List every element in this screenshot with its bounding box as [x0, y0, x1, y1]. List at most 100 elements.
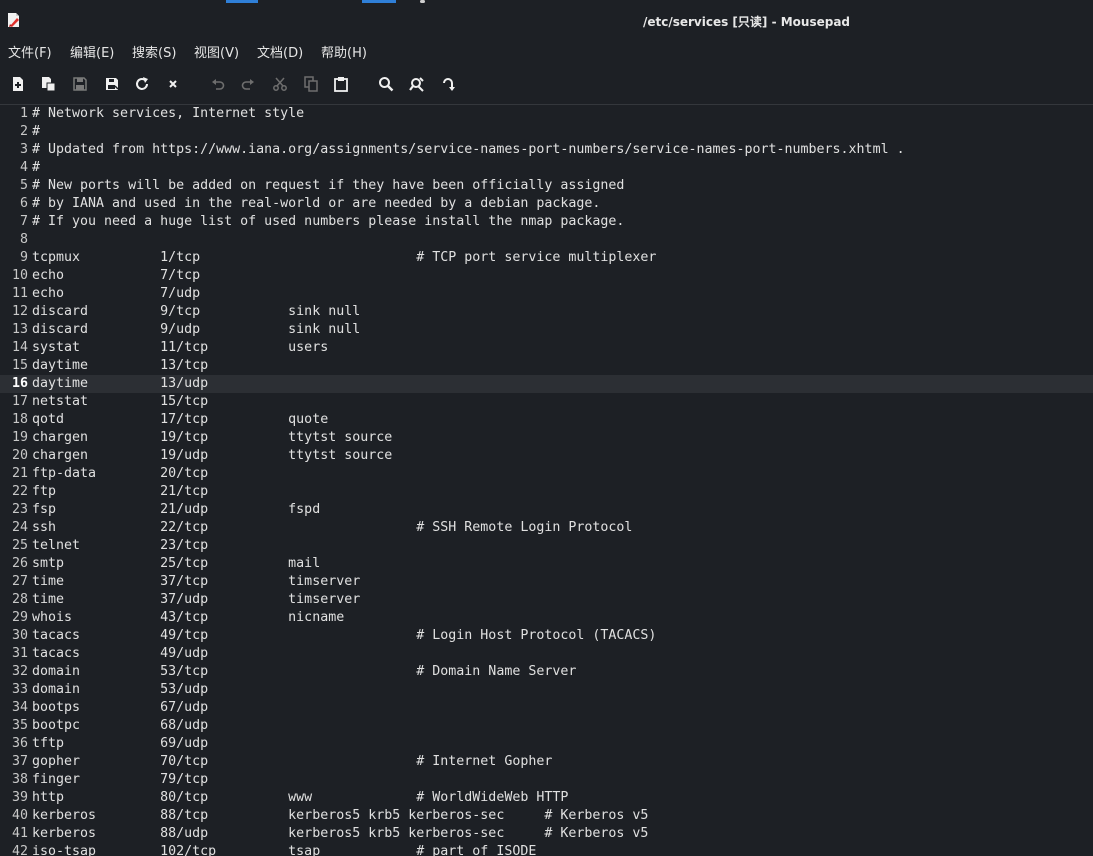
save-button[interactable]	[70, 74, 90, 94]
editor-line[interactable]: 24 ssh 22/tcp # SSH Remote Login Protocol	[0, 519, 1093, 537]
menu-document[interactable]: 文档(D)	[257, 42, 303, 61]
line-text[interactable]: kerberos 88/tcp kerberos5 krb5 kerberos-…	[32, 807, 648, 825]
editor-line[interactable]: 42 iso-tsap 102/tcp tsap # part of ISODE	[0, 843, 1093, 856]
editor-line[interactable]: 18 qotd 17/tcp quote	[0, 411, 1093, 429]
editor-line[interactable]: 36 tftp 69/udp	[0, 735, 1093, 753]
line-text[interactable]: ftp 21/tcp	[32, 483, 208, 501]
line-text[interactable]: whois 43/tcp nicname	[32, 609, 344, 627]
editor-line[interactable]: 38 finger 79/tcp	[0, 771, 1093, 789]
line-text[interactable]: bootpc 68/udp	[32, 717, 208, 735]
line-text[interactable]: systat 11/tcp users	[32, 339, 328, 357]
line-text[interactable]: #	[32, 159, 40, 177]
line-text[interactable]: echo 7/tcp	[32, 267, 200, 285]
line-text[interactable]: chargen 19/tcp ttytst source	[32, 429, 392, 447]
line-text[interactable]: echo 7/udp	[32, 285, 200, 303]
line-text[interactable]: telnet 23/tcp	[32, 537, 208, 555]
editor-line[interactable]: 27 time 37/tcp timserver	[0, 573, 1093, 591]
editor-line[interactable]: 30 tacacs 49/tcp # Login Host Protocol (T…	[0, 627, 1093, 645]
line-text[interactable]: ftp-data 20/tcp	[32, 465, 208, 483]
editor-line[interactable]: 10 echo 7/tcp	[0, 267, 1093, 285]
line-text[interactable]: tcpmux 1/tcp # TCP port service multiple…	[32, 249, 656, 267]
line-text[interactable]: time 37/tcp timserver	[32, 573, 360, 591]
find-replace-button[interactable]	[407, 74, 427, 94]
save-as-button[interactable]	[102, 74, 122, 94]
line-text[interactable]: # New ports will be added on request if …	[32, 177, 624, 195]
editor-line[interactable]: 7 # If you need a huge list of used numbe…	[0, 213, 1093, 231]
redo-button[interactable]	[238, 74, 258, 94]
editor-line[interactable]: 34 bootps 67/udp	[0, 699, 1093, 717]
line-text[interactable]: netstat 15/tcp	[32, 393, 208, 411]
line-text[interactable]: # Network services, Internet style	[32, 105, 304, 123]
line-text[interactable]: # Updated from https://www.iana.org/assi…	[32, 141, 905, 159]
menu-view[interactable]: 视图(V)	[194, 42, 239, 61]
editor-line[interactable]: 9 tcpmux 1/tcp # TCP port service multipl…	[0, 249, 1093, 267]
editor-line[interactable]: 20 chargen 19/udp ttytst source	[0, 447, 1093, 465]
editor-line[interactable]: 40 kerberos 88/tcp kerberos5 krb5 kerbero…	[0, 807, 1093, 825]
line-text[interactable]: gopher 70/tcp # Internet Gopher	[32, 753, 552, 771]
editor-line[interactable]: 23 fsp 21/udp fspd	[0, 501, 1093, 519]
editor-line[interactable]: 22 ftp 21/tcp	[0, 483, 1093, 501]
line-text[interactable]: iso-tsap 102/tcp tsap # part of ISODE	[32, 843, 536, 856]
reload-button[interactable]	[132, 74, 152, 94]
line-text[interactable]: time 37/udp timserver	[32, 591, 360, 609]
line-text[interactable]: qotd 17/tcp quote	[32, 411, 328, 429]
editor-line[interactable]: 11 echo 7/udp	[0, 285, 1093, 303]
line-text[interactable]: tftp 69/udp	[32, 735, 208, 753]
editor-line[interactable]: 12 discard 9/tcp sink null	[0, 303, 1093, 321]
editor-line[interactable]: 14 systat 11/tcp users	[0, 339, 1093, 357]
undo-button[interactable]	[208, 74, 228, 94]
line-text[interactable]: smtp 25/tcp mail	[32, 555, 320, 573]
line-text[interactable]: tacacs 49/udp	[32, 645, 208, 663]
editor-line[interactable]: 5 # New ports will be added on request if…	[0, 177, 1093, 195]
go-to-line-button[interactable]	[438, 74, 458, 94]
line-text[interactable]: kerberos 88/udp kerberos5 krb5 kerberos-…	[32, 825, 648, 843]
line-text[interactable]: domain 53/tcp # Domain Name Server	[32, 663, 576, 681]
editor-line[interactable]: 26 smtp 25/tcp mail	[0, 555, 1093, 573]
editor-line[interactable]: 28 time 37/udp timserver	[0, 591, 1093, 609]
menu-search[interactable]: 搜索(S)	[132, 42, 176, 61]
editor-line[interactable]: 13 discard 9/udp sink null	[0, 321, 1093, 339]
editor-line[interactable]: 6 # by IANA and used in the real-world or…	[0, 195, 1093, 213]
menu-edit[interactable]: 编辑(E)	[70, 42, 114, 61]
menu-file[interactable]: 文件(F)	[8, 42, 52, 61]
editor-line[interactable]: 32 domain 53/tcp # Domain Name Server	[0, 663, 1093, 681]
editor-line[interactable]: 25 telnet 23/tcp	[0, 537, 1093, 555]
editor-line[interactable]: 17 netstat 15/tcp	[0, 393, 1093, 411]
line-text[interactable]: chargen 19/udp ttytst source	[32, 447, 392, 465]
editor-line[interactable]: 19 chargen 19/tcp ttytst source	[0, 429, 1093, 447]
line-text[interactable]: http 80/tcp www # WorldWideWeb HTTP	[32, 789, 568, 807]
line-text[interactable]: # If you need a huge list of used number…	[32, 213, 624, 231]
editor-line[interactable]: 4 #	[0, 159, 1093, 177]
cut-button[interactable]	[270, 74, 290, 94]
editor-line[interactable]: 41 kerberos 88/udp kerberos5 krb5 kerbero…	[0, 825, 1093, 843]
new-document-button[interactable]	[8, 74, 28, 94]
line-text[interactable]: domain 53/udp	[32, 681, 208, 699]
line-text[interactable]: fsp 21/udp fspd	[32, 501, 320, 519]
line-text[interactable]: ssh 22/tcp # SSH Remote Login Protocol	[32, 519, 632, 537]
line-text[interactable]: daytime 13/udp	[32, 375, 208, 393]
line-text[interactable]: #	[32, 123, 40, 141]
menu-help[interactable]: 帮助(H)	[321, 42, 367, 61]
editor-line[interactable]: 15 daytime 13/tcp	[0, 357, 1093, 375]
editor-line[interactable]: 1 # Network services, Internet style	[0, 105, 1093, 123]
line-text[interactable]: discard 9/udp sink null	[32, 321, 360, 339]
editor-line[interactable]: 16 daytime 13/udp	[0, 375, 1093, 393]
editor-line[interactable]: 31 tacacs 49/udp	[0, 645, 1093, 663]
text-editor[interactable]: 1 # Network services, Internet style 2 #3 # …	[0, 105, 1093, 856]
line-text[interactable]: finger 79/tcp	[32, 771, 208, 789]
paste-button[interactable]	[331, 74, 351, 94]
new-window-button[interactable]	[38, 74, 58, 94]
copy-button[interactable]	[301, 74, 321, 94]
editor-line[interactable]: 39 http 80/tcp www # WorldWideWeb HTTP	[0, 789, 1093, 807]
editor-line[interactable]: 21 ftp-data 20/tcp	[0, 465, 1093, 483]
line-text[interactable]: daytime 13/tcp	[32, 357, 208, 375]
editor-line[interactable]: 8	[0, 231, 1093, 249]
close-button[interactable]	[163, 74, 183, 94]
line-text[interactable]: tacacs 49/tcp # Login Host Protocol (TAC…	[32, 627, 656, 645]
line-text[interactable]: discard 9/tcp sink null	[32, 303, 360, 321]
editor-line[interactable]: 2 #	[0, 123, 1093, 141]
line-text[interactable]: # by IANA and used in the real-world or …	[32, 195, 600, 213]
editor-line[interactable]: 33 domain 53/udp	[0, 681, 1093, 699]
search-button[interactable]	[376, 74, 396, 94]
editor-line[interactable]: 29 whois 43/tcp nicname	[0, 609, 1093, 627]
